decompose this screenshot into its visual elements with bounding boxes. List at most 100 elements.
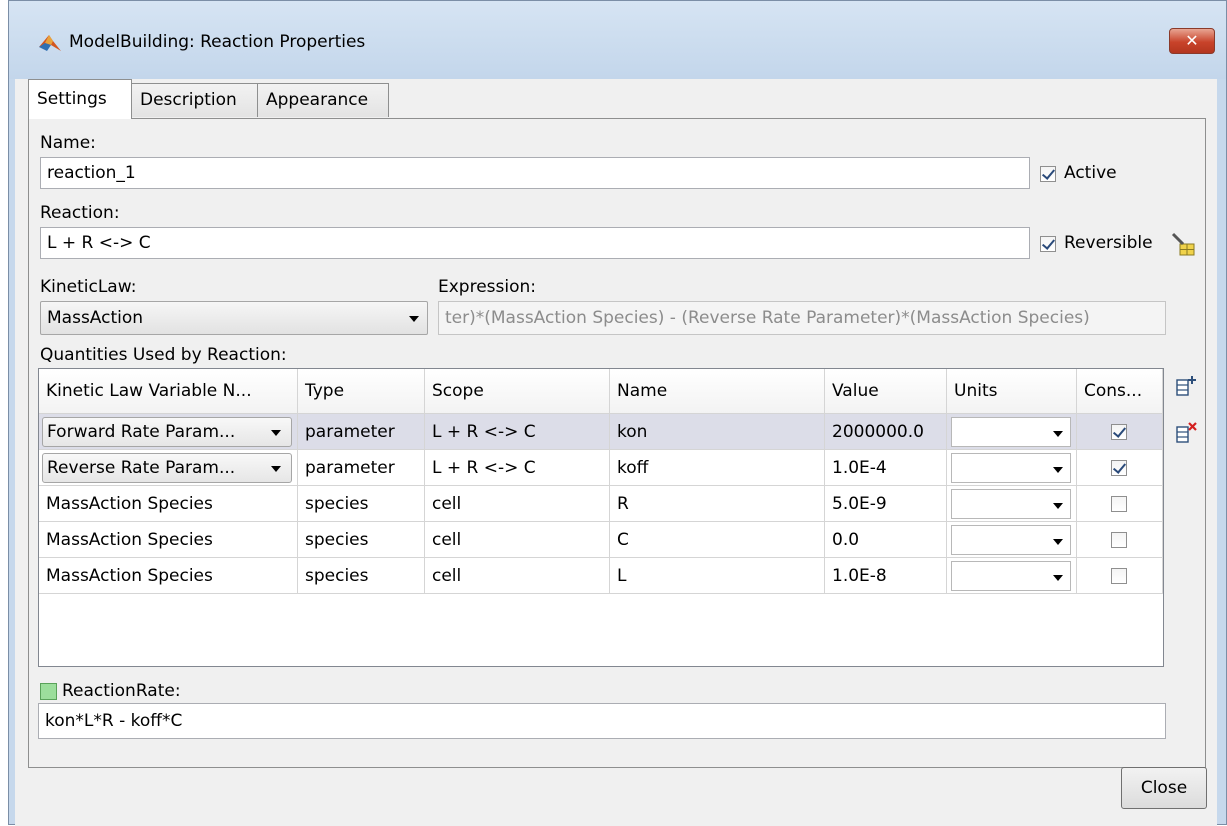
reversible-label: Reversible (1064, 233, 1153, 253)
expression-field: ter)*(MassAction Species) - (Reverse Rat… (438, 301, 1166, 335)
variable-dropdown[interactable]: Forward Rate Param... (42, 417, 292, 447)
variable-cell[interactable]: Reverse Rate Param... (39, 450, 298, 486)
chevron-down-icon (1053, 467, 1063, 473)
type-cell: species (298, 558, 425, 594)
dialog-window: ModelBuilding: Reaction Properties ✕ Set… (8, 0, 1227, 826)
header-name[interactable]: Name (610, 369, 825, 414)
units-dropdown[interactable] (951, 561, 1071, 591)
header-constant[interactable]: Cons... (1077, 369, 1163, 414)
constant-checkbox[interactable] (1111, 424, 1127, 440)
type-cell: parameter (298, 450, 425, 486)
units-dropdown[interactable] (951, 489, 1071, 519)
units-cell[interactable] (947, 414, 1077, 450)
title-bar: ModelBuilding: Reaction Properties ✕ (9, 1, 1226, 79)
close-button[interactable]: Close (1121, 767, 1207, 809)
units-dropdown[interactable] (951, 525, 1071, 555)
quantities-label: Quantities Used by Reaction: (40, 345, 287, 365)
type-cell: parameter (298, 414, 425, 450)
table-row[interactable]: MassAction Species species cell C 0.0 (39, 522, 1163, 558)
value-cell[interactable]: 1.0E-8 (825, 558, 947, 594)
chevron-down-icon (1053, 503, 1063, 509)
reaction-field[interactable]: L + R <-> C (40, 227, 1030, 259)
header-units[interactable]: Units (947, 369, 1077, 414)
name-cell[interactable]: kon (610, 414, 825, 450)
variable-cell[interactable]: Forward Rate Param... (39, 414, 298, 450)
type-cell: species (298, 486, 425, 522)
chevron-down-icon (409, 316, 419, 322)
quantities-table[interactable]: Kinetic Law Variable N... Type Scope Nam… (38, 368, 1164, 667)
name-cell[interactable]: koff (610, 450, 825, 486)
name-cell[interactable]: C (610, 522, 825, 558)
matlab-logo-icon (39, 35, 61, 51)
header-value[interactable]: Value (825, 369, 947, 414)
table-header: Kinetic Law Variable N... Type Scope Nam… (39, 369, 1163, 414)
name-label: Name: (40, 133, 96, 153)
reaction-rate-field[interactable]: kon*L*R - koff*C (38, 703, 1166, 739)
kinetic-law-value: MassAction (47, 308, 144, 328)
units-cell[interactable] (947, 450, 1077, 486)
reaction-rate-color-swatch (40, 683, 57, 700)
table-row[interactable]: MassAction Species species cell R 5.0E-9 (39, 486, 1163, 522)
variable-value: Forward Rate Param... (47, 422, 236, 442)
window-title: ModelBuilding: Reaction Properties (69, 32, 366, 52)
units-cell[interactable] (947, 522, 1077, 558)
value-cell[interactable]: 2000000.0 (825, 414, 947, 450)
reaction-label: Reaction: (40, 203, 120, 223)
variable-dropdown[interactable]: Reverse Rate Param... (42, 453, 292, 483)
tab-settings[interactable]: Settings (28, 79, 132, 119)
constant-checkbox[interactable] (1111, 460, 1127, 476)
scope-cell: L + R <-> C (425, 450, 610, 486)
table-row[interactable]: Reverse Rate Param... parameter L + R <-… (39, 450, 1163, 486)
scope-cell: cell (425, 558, 610, 594)
variable-cell: MassAction Species (39, 486, 298, 522)
chevron-down-icon (1053, 431, 1063, 437)
dialog-client: Settings Description Appearance Name: re… (15, 79, 1217, 826)
name-cell[interactable]: R (610, 486, 825, 522)
header-variable[interactable]: Kinetic Law Variable N... (39, 369, 298, 414)
type-cell: species (298, 522, 425, 558)
tab-description[interactable]: Description (131, 83, 258, 117)
variable-cell: MassAction Species (39, 522, 298, 558)
scope-cell: cell (425, 522, 610, 558)
constant-cell (1077, 522, 1163, 558)
active-checkbox[interactable] (1040, 166, 1056, 182)
reaction-rate-label: ReactionRate: (62, 681, 181, 701)
variable-value: Reverse Rate Param... (47, 458, 236, 478)
header-scope[interactable]: Scope (425, 369, 610, 414)
add-row-icon[interactable] (1175, 375, 1197, 397)
units-dropdown[interactable] (951, 417, 1071, 447)
chevron-down-icon (271, 430, 281, 436)
chevron-down-icon (1053, 539, 1063, 545)
constant-cell (1077, 450, 1163, 486)
value-cell[interactable]: 1.0E-4 (825, 450, 947, 486)
units-cell[interactable] (947, 558, 1077, 594)
table-row[interactable]: Forward Rate Param... parameter L + R <-… (39, 414, 1163, 450)
units-dropdown[interactable] (951, 453, 1071, 483)
reaction-editor-icon[interactable] (1171, 232, 1197, 258)
kinetic-law-label: KineticLaw: (40, 277, 137, 297)
scope-cell: cell (425, 486, 610, 522)
constant-cell (1077, 558, 1163, 594)
active-label: Active (1064, 163, 1117, 183)
tab-appearance[interactable]: Appearance (257, 83, 389, 117)
constant-checkbox[interactable] (1111, 532, 1127, 548)
variable-cell: MassAction Species (39, 558, 298, 594)
units-cell[interactable] (947, 486, 1077, 522)
window-close-icon[interactable]: ✕ (1169, 28, 1215, 54)
constant-cell (1077, 486, 1163, 522)
constant-checkbox[interactable] (1111, 568, 1127, 584)
delete-row-icon[interactable] (1175, 422, 1197, 444)
name-field[interactable]: reaction_1 (40, 157, 1030, 189)
expression-label: Expression: (438, 277, 537, 297)
chevron-down-icon (271, 466, 281, 472)
value-cell[interactable]: 5.0E-9 (825, 486, 947, 522)
header-type[interactable]: Type (298, 369, 425, 414)
table-row[interactable]: MassAction Species species cell L 1.0E-8 (39, 558, 1163, 594)
reversible-checkbox[interactable] (1040, 236, 1056, 252)
chevron-down-icon (1053, 575, 1063, 581)
name-cell[interactable]: L (610, 558, 825, 594)
kinetic-law-dropdown[interactable]: MassAction (40, 301, 428, 335)
constant-checkbox[interactable] (1111, 496, 1127, 512)
value-cell[interactable]: 0.0 (825, 522, 947, 558)
constant-cell (1077, 414, 1163, 450)
